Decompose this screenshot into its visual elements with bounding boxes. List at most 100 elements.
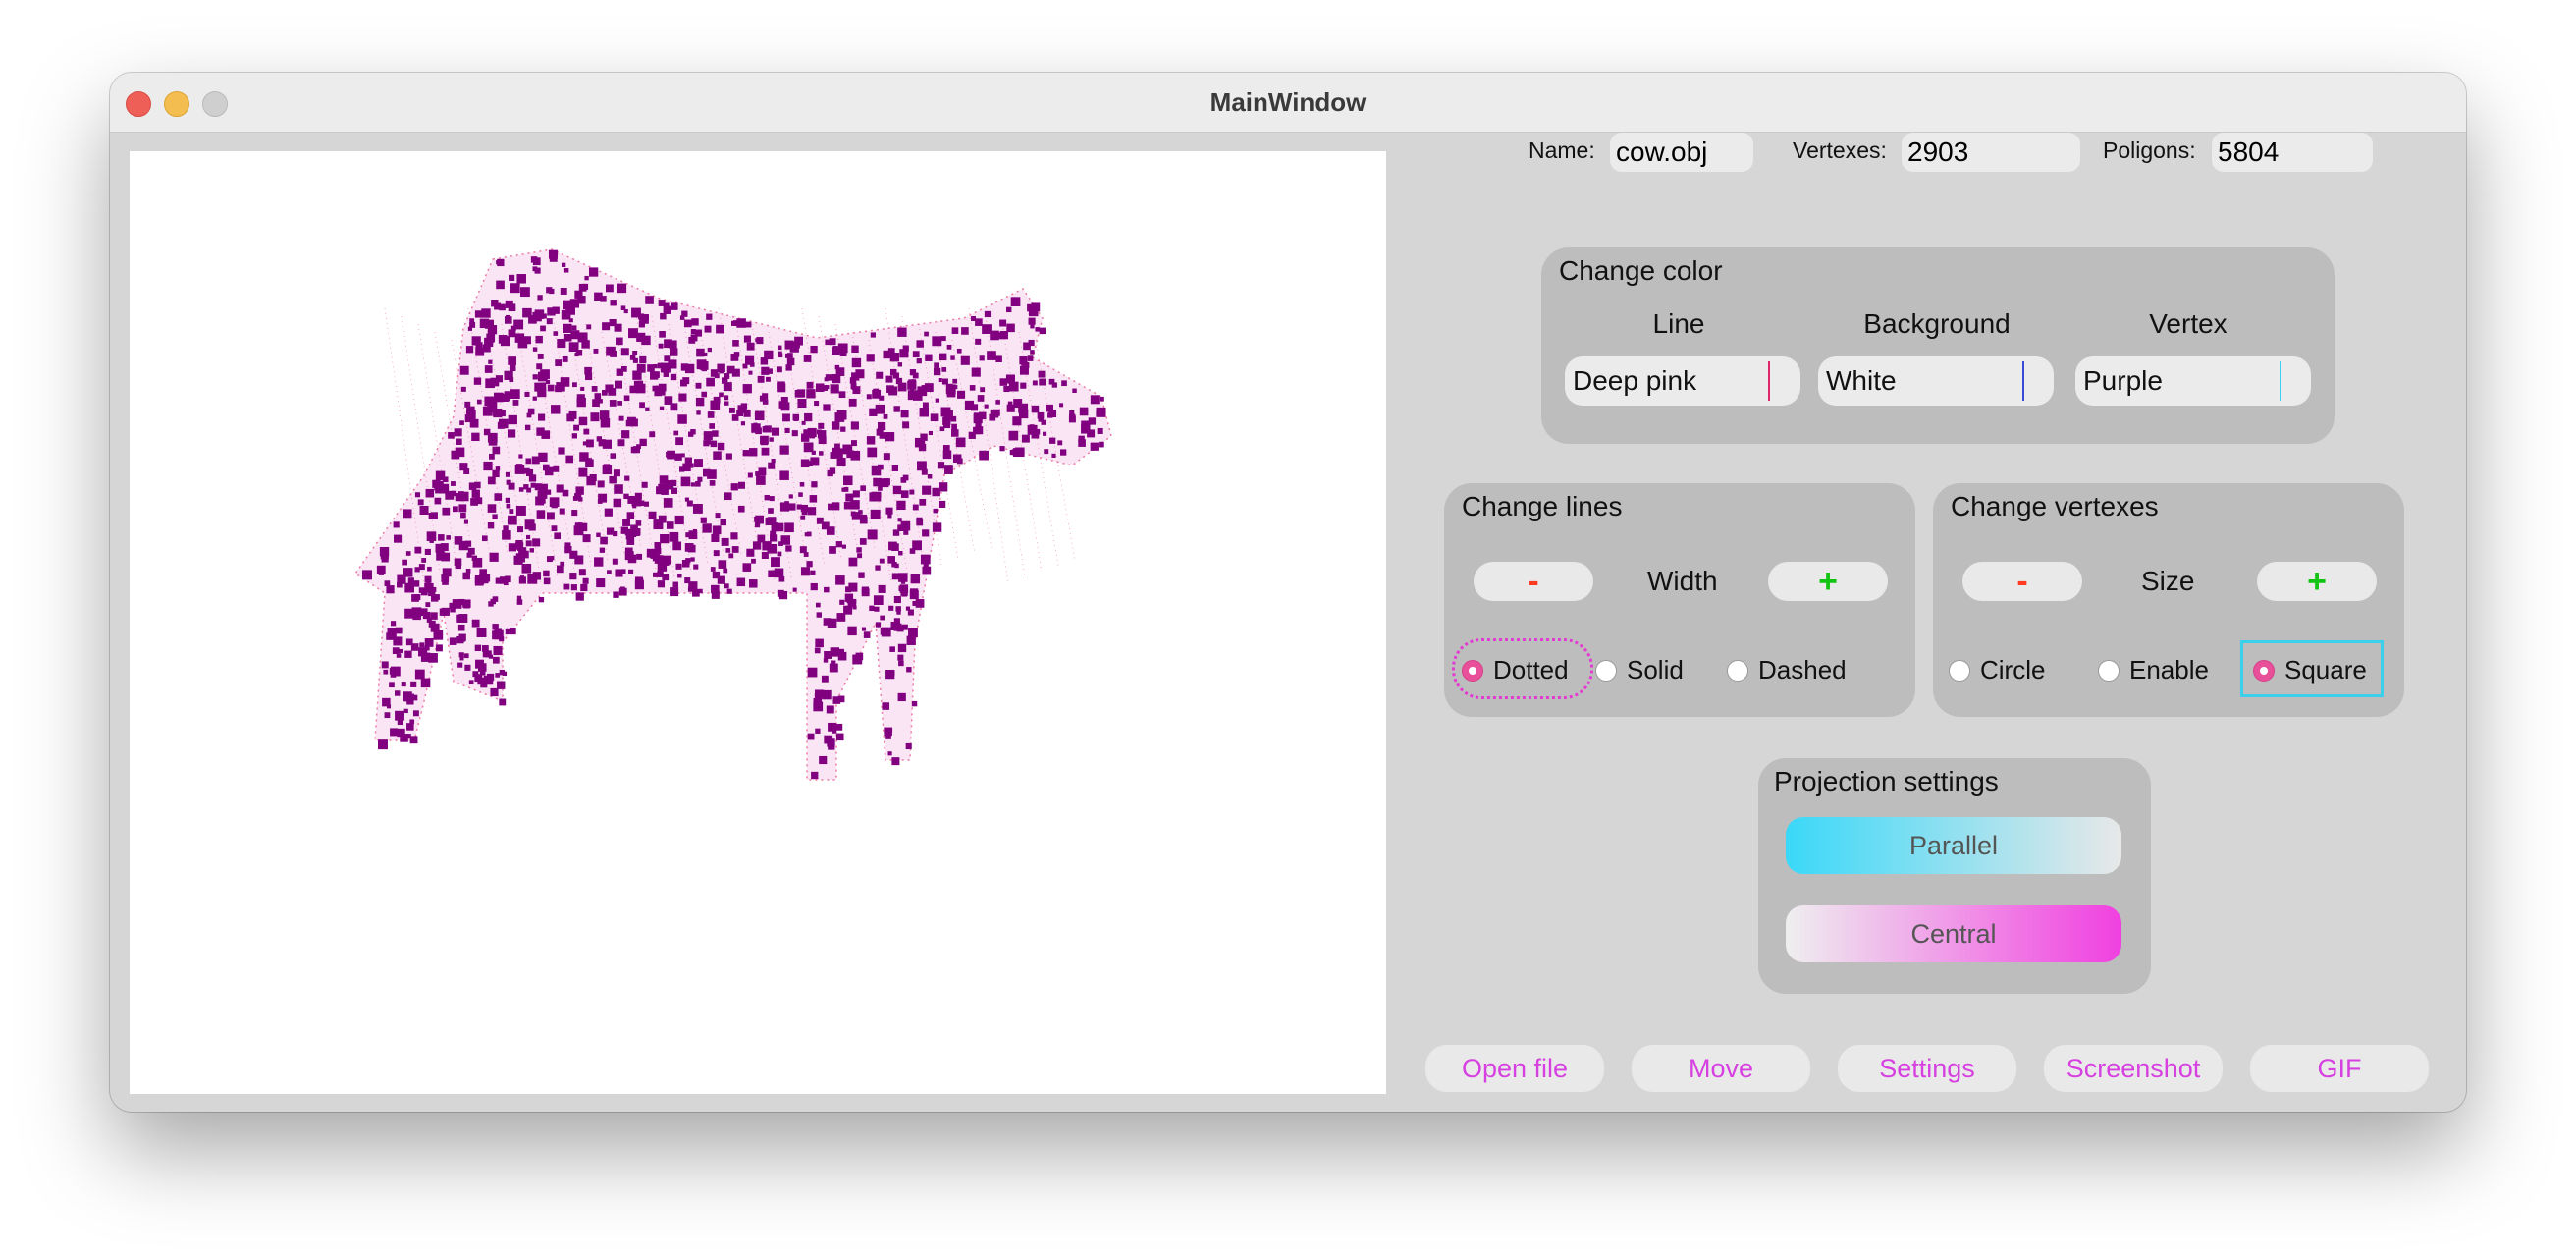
radio-indicator (1949, 659, 1970, 682)
vertex-color-combo[interactable]: Purple (2075, 356, 2311, 406)
vertex-point (571, 510, 578, 517)
vertex-point (982, 324, 992, 334)
open-file-button[interactable]: Open file (1425, 1045, 1604, 1092)
vertex-point (809, 495, 818, 503)
vertex-point (441, 552, 451, 562)
vertex-point (684, 497, 689, 502)
vertex-point (891, 465, 899, 471)
line-width-increase-button[interactable]: + (1768, 562, 1888, 601)
vertex-point (476, 628, 487, 637)
vertex-point (695, 382, 702, 389)
vertex-point (598, 579, 603, 584)
vertex-point (858, 572, 865, 578)
vertex-point (836, 613, 846, 622)
screenshot-button[interactable]: Screenshot (2044, 1045, 2223, 1092)
line-style-dashed-radio[interactable]: Dashed (1727, 655, 1847, 685)
vertex-point (827, 738, 835, 747)
vertex-point (471, 336, 481, 346)
vertex-point (476, 399, 482, 405)
vertex-point (376, 565, 386, 574)
vertex-point (875, 565, 881, 571)
vertex-point (696, 410, 701, 415)
vertex-type-square-radio[interactable]: Square (2253, 655, 2367, 685)
vertex-point (1081, 424, 1091, 434)
background-color-combo[interactable]: White (1818, 356, 2054, 406)
zoom-window-button[interactable] (202, 91, 228, 117)
vertex-point (684, 577, 691, 584)
vertex-point (406, 723, 414, 731)
vertex-point (559, 508, 565, 515)
vertex-point (995, 332, 1003, 340)
vertex-point (748, 370, 753, 375)
vertex-point (475, 497, 483, 505)
vertex-point (389, 667, 397, 675)
vertex-point (448, 432, 455, 439)
vertex-point (975, 318, 983, 326)
vertex-point (564, 583, 570, 590)
gif-button[interactable]: GIF (2250, 1045, 2429, 1092)
central-projection-button[interactable]: Central (1786, 905, 2121, 962)
vertex-point (1090, 395, 1100, 405)
vertex-point (831, 421, 840, 430)
vertex-point (560, 377, 570, 387)
vertex-point (429, 538, 434, 543)
vertex-point (549, 288, 555, 295)
vertex-point (378, 739, 388, 750)
vertex-point (731, 414, 739, 421)
vertex-point (411, 594, 419, 602)
vertex-point (728, 553, 734, 559)
vertex-point (879, 558, 885, 564)
vertex-point (451, 490, 457, 497)
vertex-point (887, 751, 892, 756)
vertex-point (672, 581, 679, 588)
window-title: MainWindow (1209, 86, 1367, 117)
vertex-point (484, 319, 495, 329)
vertex-point (900, 490, 909, 498)
vertex-point (897, 524, 904, 532)
vertex-point (497, 681, 506, 689)
vertex-point (755, 427, 762, 435)
vertex-point (389, 682, 395, 688)
vertex-point (489, 552, 499, 562)
vertex-point (493, 408, 503, 418)
vertex-point (900, 477, 907, 483)
minimize-window-button[interactable] (164, 91, 189, 117)
vertex-type-circle-radio[interactable]: Circle (1949, 655, 2045, 685)
parallel-projection-button[interactable]: Parallel (1786, 817, 2121, 874)
vertex-point (684, 543, 694, 552)
vertex-point (829, 467, 836, 474)
close-window-button[interactable] (126, 91, 151, 117)
vertex-point (442, 476, 449, 483)
vertex-point (866, 394, 872, 400)
vertex-point (717, 575, 725, 584)
settings-button[interactable]: Settings (1838, 1045, 2016, 1092)
vertex-point (620, 348, 629, 356)
vertex-point (490, 687, 499, 697)
vertex-point (1060, 449, 1067, 456)
vertex-point (625, 531, 634, 540)
vertex-point (635, 383, 646, 394)
vertex-type-enable-radio[interactable]: Enable (2098, 655, 2209, 685)
line-width-decrease-button[interactable]: - (1474, 562, 1593, 601)
vertex-size-decrease-button[interactable]: - (1962, 562, 2082, 601)
line-color-combo[interactable]: Deep pink (1565, 356, 1800, 406)
vertex-size-label: Size (2141, 566, 2195, 596)
vertex-point (1068, 415, 1076, 423)
vertex-point (791, 430, 798, 437)
line-style-solid-radio[interactable]: Solid (1595, 655, 1684, 685)
line-style-dotted-radio[interactable]: Dotted (1462, 655, 1569, 685)
vertex-point (535, 335, 543, 344)
vertex-point (508, 356, 517, 365)
vertex-point (527, 408, 535, 415)
model-viewport[interactable] (130, 151, 1386, 1094)
vertex-point (509, 274, 515, 281)
vertex-point (866, 354, 875, 362)
vertex-point (575, 592, 584, 601)
background-color-value: White (1826, 365, 1897, 396)
vertex-point (764, 494, 770, 501)
vertex-point (492, 446, 501, 455)
move-button[interactable]: Move (1632, 1045, 1810, 1092)
vertex-point (488, 359, 493, 364)
vertex-point (412, 611, 421, 621)
vertex-size-increase-button[interactable]: + (2257, 562, 2377, 601)
